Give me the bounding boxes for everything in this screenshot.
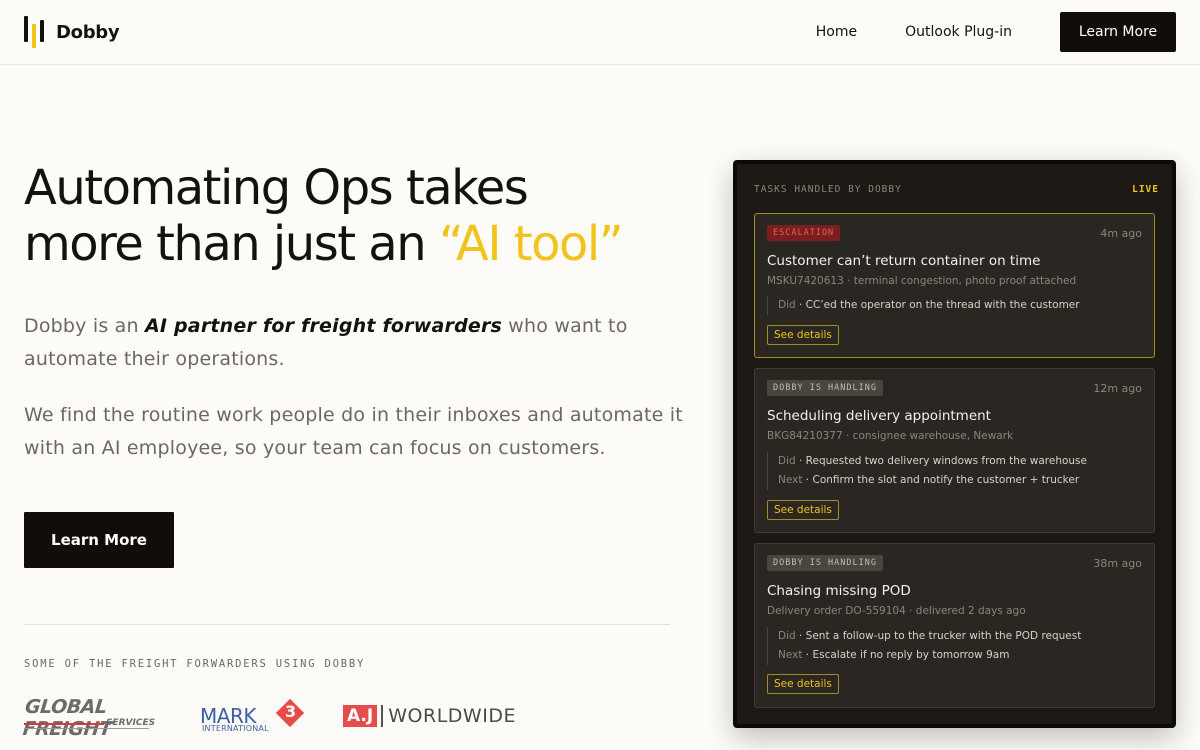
hero-learn-more-button[interactable]: Learn More xyxy=(24,512,174,568)
brand-logo[interactable]: Dobby xyxy=(24,16,120,48)
see-details-button[interactable]: See details xyxy=(767,325,839,345)
global-freight-logo: GLOBAL FREIGHT SERVICES xyxy=(21,696,156,740)
task-step: Did · CC’ed the operator on the thread w… xyxy=(778,299,1080,311)
task-card: ESCALATION 4m ago Customer can’t return … xyxy=(754,213,1155,358)
hero-description-2: We find the routine work people do in th… xyxy=(24,404,683,459)
task-steps: Did · Requested two delivery windows fro… xyxy=(767,452,1087,490)
task-step: Did · Sent a follow-up to the trucker wi… xyxy=(778,630,1082,642)
panel-title: TASKS HANDLED BY DOBBY xyxy=(754,184,902,195)
main-nav: Home Outlook Plug-in Learn More xyxy=(816,12,1176,52)
brand-name: Dobby xyxy=(56,21,120,43)
task-steps: Did · CC’ed the operator on the thread w… xyxy=(767,296,1080,315)
task-time: 38m ago xyxy=(1093,557,1142,570)
task-subtitle: MSKU7420613 · terminal congestion, photo… xyxy=(767,275,1077,287)
task-step: Next · Confirm the slot and notify the c… xyxy=(778,474,1080,486)
dobby-logo-icon xyxy=(24,16,50,48)
task-title: Scheduling delivery appointment xyxy=(767,408,991,424)
aj-worldwide-logo: A.J WORLDWIDE xyxy=(343,704,516,728)
task-card: DOBBY IS HANDLING 12m ago Scheduling del… xyxy=(754,368,1155,533)
task-card: DOBBY IS HANDLING 38m ago Chasing missin… xyxy=(754,543,1155,708)
task-title: Chasing missing POD xyxy=(767,583,911,599)
live-indicator: LIVE xyxy=(1132,184,1159,195)
escalation-badge: ESCALATION xyxy=(767,225,841,241)
task-step: Next · Escalate if no reply by tomorrow … xyxy=(778,649,1010,661)
handling-badge: DOBBY IS HANDLING xyxy=(767,555,883,571)
task-time: 12m ago xyxy=(1093,382,1142,395)
site-header: Dobby Home Outlook Plug-in Learn More xyxy=(0,0,1200,65)
task-subtitle: BKG84210377 · consignee warehouse, Newar… xyxy=(767,430,1014,442)
see-details-button[interactable]: See details xyxy=(767,674,839,694)
header-learn-more-button[interactable]: Learn More xyxy=(1060,12,1176,52)
see-details-button[interactable]: See details xyxy=(767,500,839,520)
hero-description: Dobby is an AI partner for freight forwa… xyxy=(24,315,628,370)
task-subtitle: Delivery order DO-559104 · delivered 2 d… xyxy=(767,605,1026,617)
hero-title: Automating Ops takes more than just an “A… xyxy=(24,160,624,272)
hero-title-accent: “AI tool” xyxy=(438,216,624,272)
task-step: Did · Requested two delivery windows fro… xyxy=(778,455,1087,467)
hero-emphasis: AI partner for freight forwarders xyxy=(145,315,503,337)
task-title: Customer can’t return container on time xyxy=(767,253,1041,269)
tasks-panel: TASKS HANDLED BY DOBBY LIVE ESCALATION 4… xyxy=(733,160,1176,728)
divider xyxy=(24,624,670,625)
handling-badge: DOBBY IS HANDLING xyxy=(767,380,883,396)
mark3-logo: MARK 3 INTERNATIONAL xyxy=(200,696,310,736)
task-time: 4m ago xyxy=(1100,227,1142,240)
panel-header: TASKS HANDLED BY DOBBY LIVE xyxy=(754,184,1159,195)
customers-label: SOME OF THE FREIGHT FORWARDERS USING DOB… xyxy=(24,658,366,670)
nav-home[interactable]: Home xyxy=(816,24,857,40)
task-steps: Did · Sent a follow-up to the trucker wi… xyxy=(767,627,1081,665)
nav-outlook-plugin[interactable]: Outlook Plug-in xyxy=(905,24,1012,40)
